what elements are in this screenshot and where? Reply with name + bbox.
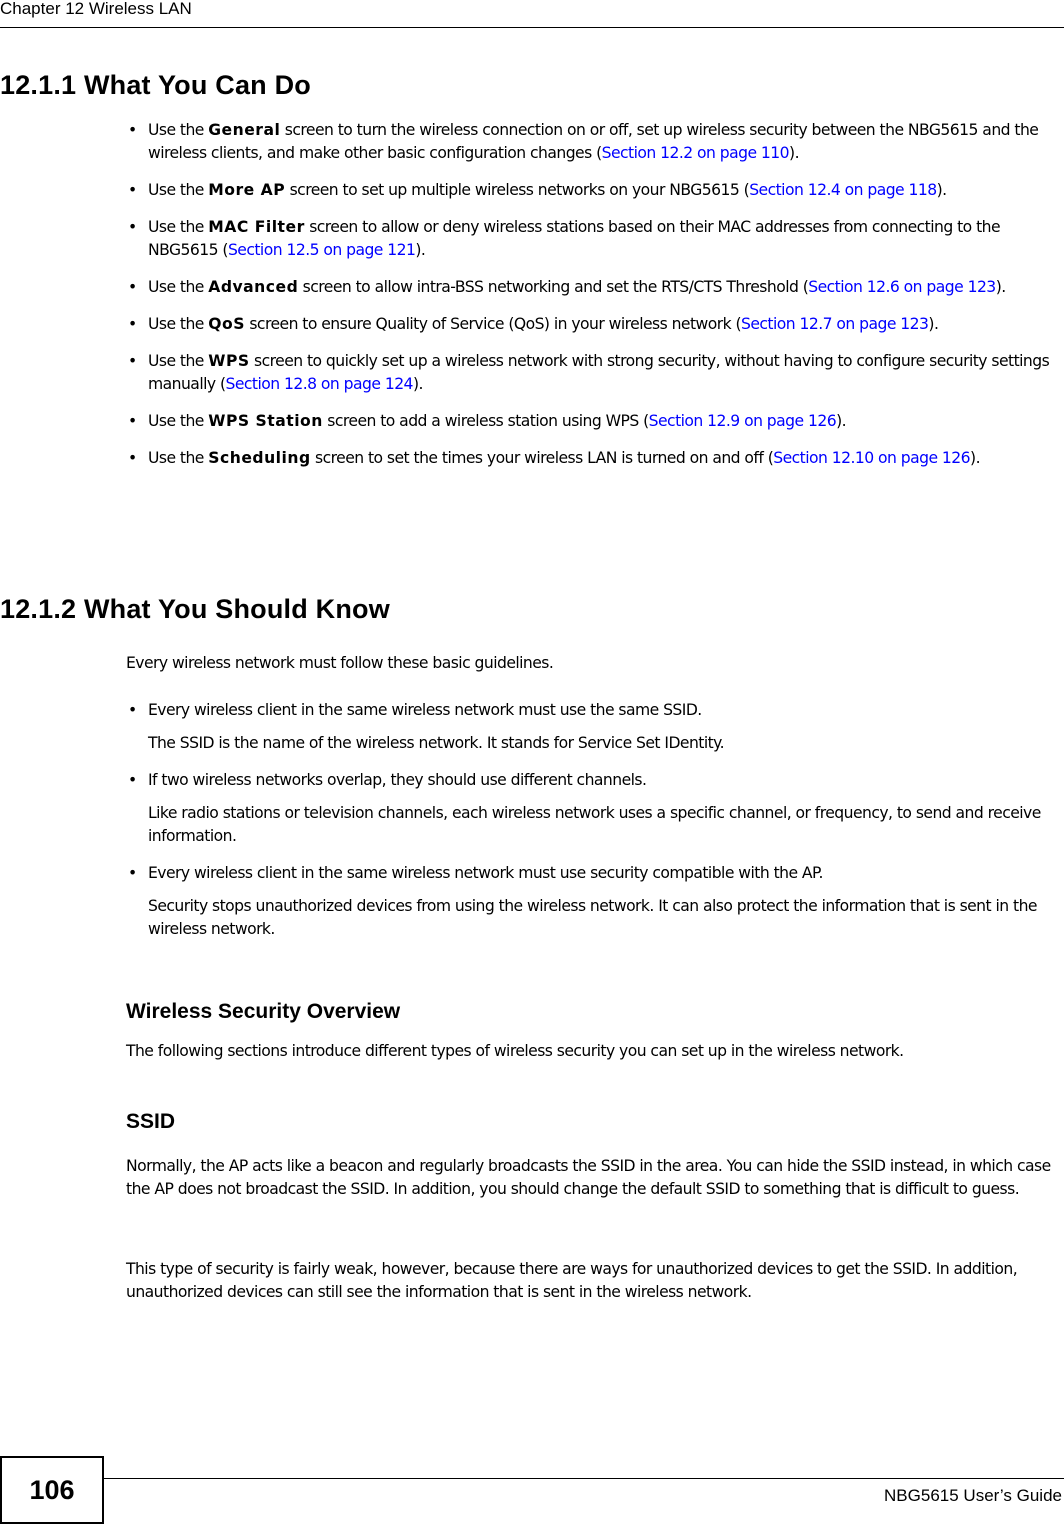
subheading-wireless-security-overview: Wireless Security Overview: [126, 1000, 401, 1023]
section-link[interactable]: Section 12.5 on page 121: [228, 241, 416, 259]
footer-divider: [104, 1478, 1064, 1479]
section-link[interactable]: Section 12.9 on page 126: [649, 412, 837, 430]
list-item: • Use the More AP screen to set up multip…: [126, 179, 1061, 202]
subheading-ssid: SSID: [126, 1110, 176, 1133]
list-item: • Use the QoS screen to ensure Quality of…: [126, 313, 1061, 336]
bullet-icon: •: [128, 864, 137, 882]
bullet-icon: •: [128, 121, 137, 139]
list-item: • If two wireless networks overlap, they …: [126, 769, 1061, 848]
wireless-security-intro: The following sections introduce differe…: [126, 1042, 904, 1060]
list-item: • Every wireless client in the same wirel…: [126, 699, 1061, 755]
screen-name: Advanced: [208, 278, 299, 296]
bullet-icon: •: [128, 701, 137, 719]
section-link[interactable]: Section 12.4 on page 118: [749, 181, 937, 199]
guidelines-list: • Every wireless client in the same wirel…: [126, 699, 1061, 955]
screen-name: Scheduling: [208, 449, 311, 467]
screen-name: General: [208, 121, 281, 139]
section-link[interactable]: Section 12.2 on page 110: [602, 144, 790, 162]
bullet-icon: •: [128, 352, 137, 370]
list-item-detail: Security stops unauthorized devices from…: [148, 897, 1038, 938]
section-link[interactable]: Section 12.10 on page 126: [773, 449, 970, 467]
bullet-icon: •: [128, 449, 137, 467]
list-item-detail: Like radio stations or television channe…: [148, 804, 1041, 845]
section-link[interactable]: Section 12.8 on page 124: [226, 375, 414, 393]
list-item: • Use the Advanced screen to allow intra-…: [126, 276, 1061, 299]
screen-name: WPS Station: [208, 412, 323, 430]
chapter-header: Chapter 12 Wireless LAN: [0, 0, 192, 18]
page-number: 106: [0, 1456, 104, 1524]
screen-name: MAC Filter: [208, 218, 305, 236]
guide-title: NBG5615 User’s Guide: [884, 1486, 1062, 1505]
screen-name: QoS: [208, 315, 245, 333]
ssid-paragraph-1: Normally, the AP acts like a beacon and …: [126, 1157, 1051, 1198]
bullet-icon: •: [128, 412, 137, 430]
list-item: • Use the WPS Station screen to add a wir…: [126, 410, 1061, 433]
section-heading-what-you-should-know: 12.1.2 What You Should Know: [0, 594, 390, 624]
list-item: • Use the General screen to turn the wire…: [128, 121, 1039, 162]
list-item: • Use the Scheduling screen to set the ti…: [126, 447, 1061, 470]
list-item-detail: The SSID is the name of the wireless net…: [148, 734, 725, 752]
what-you-can-do-list: • Use the General screen to turn the wire…: [126, 119, 1061, 484]
guidelines-intro: Every wireless network must follow these…: [126, 654, 554, 672]
section-link[interactable]: Section 12.7 on page 123: [741, 315, 929, 333]
bullet-icon: •: [128, 771, 137, 789]
header-divider: [0, 27, 1064, 28]
section-heading-what-you-can-do: 12.1.1 What You Can Do: [0, 70, 311, 100]
list-item: • Use the WPS screen to quickly set up a …: [128, 352, 1050, 393]
screen-name: More AP: [208, 181, 286, 199]
bullet-icon: •: [128, 218, 137, 236]
ssid-paragraph-2: This type of security is fairly weak, ho…: [126, 1260, 1018, 1301]
bullet-icon: •: [128, 181, 137, 199]
list-item: • Every wireless client in the same wirel…: [126, 862, 1061, 941]
screen-name: WPS: [208, 352, 250, 370]
section-link[interactable]: Section 12.6 on page 123: [808, 278, 996, 296]
bullet-icon: •: [128, 278, 137, 296]
bullet-icon: •: [128, 315, 137, 333]
list-item: • Use the MAC Filter screen to allow or d…: [128, 218, 1001, 259]
